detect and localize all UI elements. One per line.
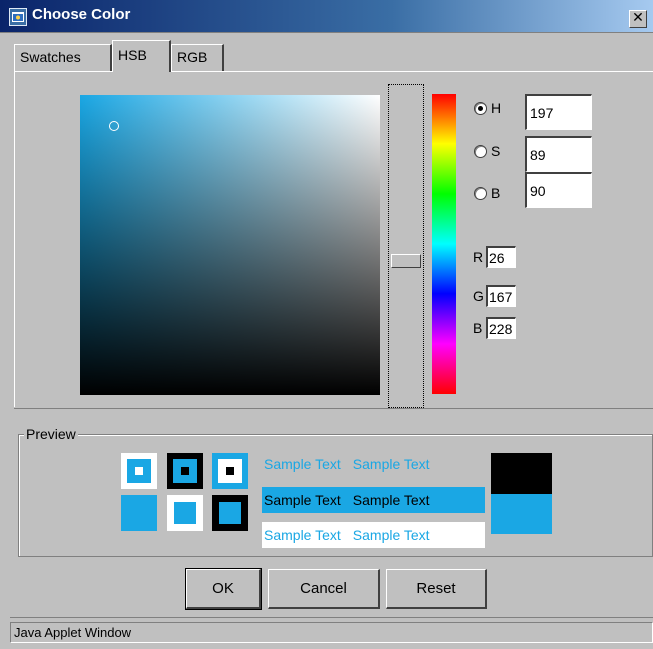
radio-hue[interactable] (474, 102, 487, 115)
preview-swatch (167, 495, 203, 531)
sample-text-row-highlight: Sample Text Sample Text (262, 487, 485, 513)
preview-swatch (121, 453, 157, 489)
app-icon (9, 8, 27, 26)
status-separator (10, 617, 653, 618)
radio-brightness[interactable] (474, 187, 487, 200)
tab-swatches[interactable]: Swatches (14, 44, 112, 71)
green-value: 167 (489, 288, 513, 305)
blue-value-field: 228 (486, 317, 516, 339)
tab-rgb[interactable]: RGB (171, 44, 224, 71)
blue-value: 228 (489, 320, 513, 337)
radio-saturation[interactable] (474, 145, 487, 158)
panel-divider (14, 408, 653, 409)
sample-text: Sample Text (352, 456, 430, 472)
saturation-brightness-square[interactable] (80, 95, 380, 395)
red-value-field: 26 (486, 246, 516, 268)
sample-text: Sample Text (352, 527, 430, 543)
saturation-field[interactable]: 89 (525, 136, 592, 172)
tab-hsb-label: HSB (118, 47, 147, 63)
cancel-button[interactable]: Cancel (268, 569, 380, 609)
tab-swatches-label: Swatches (20, 49, 81, 65)
brightness-field-value: 90 (530, 182, 546, 199)
green-value-field: 167 (486, 285, 516, 307)
red-value: 26 (489, 249, 505, 266)
new-color-swatch (491, 494, 552, 534)
status-bar: Java Applet Window (10, 622, 653, 643)
radio-saturation-label: S (491, 143, 501, 159)
sample-text: Sample Text (264, 456, 341, 472)
cancel-button-label: Cancel (300, 580, 347, 597)
green-label: G (473, 288, 484, 304)
radio-hue-label: H (491, 100, 502, 116)
radio-brightness-label: B (491, 185, 501, 201)
red-label: R (473, 249, 484, 265)
sample-text: Sample Text (264, 492, 341, 508)
hue-field[interactable]: 197 (525, 94, 592, 130)
sample-text: Sample Text (352, 492, 430, 508)
status-bar-text: Java Applet Window (14, 625, 132, 640)
blue-label: B (473, 320, 483, 336)
brightness-field[interactable]: 90 (525, 172, 592, 208)
saturation-field-value: 89 (530, 146, 546, 163)
sample-text: Sample Text (264, 527, 341, 543)
hue-spectrum-bar[interactable] (432, 94, 456, 394)
ok-button-label: OK (212, 580, 234, 597)
window-title: Choose Color (32, 6, 131, 23)
preview-swatch (212, 453, 248, 489)
preview-swatch (167, 453, 203, 489)
preview-swatch (212, 495, 248, 531)
reset-button[interactable]: Reset (386, 569, 487, 609)
sample-text-row-white: Sample Text Sample Text (262, 522, 485, 548)
close-button[interactable]: ✕ (629, 10, 647, 28)
sample-text-row-plain: Sample Text Sample Text (262, 456, 432, 472)
hue-slider-track[interactable] (388, 84, 424, 408)
preview-label: Preview (24, 426, 78, 442)
previous-color-swatch (491, 453, 552, 494)
color-picker-marker[interactable] (109, 121, 119, 131)
preview-swatch (121, 495, 157, 531)
hue-slider-thumb[interactable] (391, 254, 421, 268)
reset-button-label: Reset (416, 580, 456, 597)
hue-field-value: 197 (530, 104, 554, 121)
tab-rgb-label: RGB (177, 49, 208, 65)
tab-hsb[interactable]: HSB (112, 40, 171, 72)
close-icon: ✕ (632, 10, 644, 26)
ok-button[interactable]: OK (185, 568, 262, 610)
